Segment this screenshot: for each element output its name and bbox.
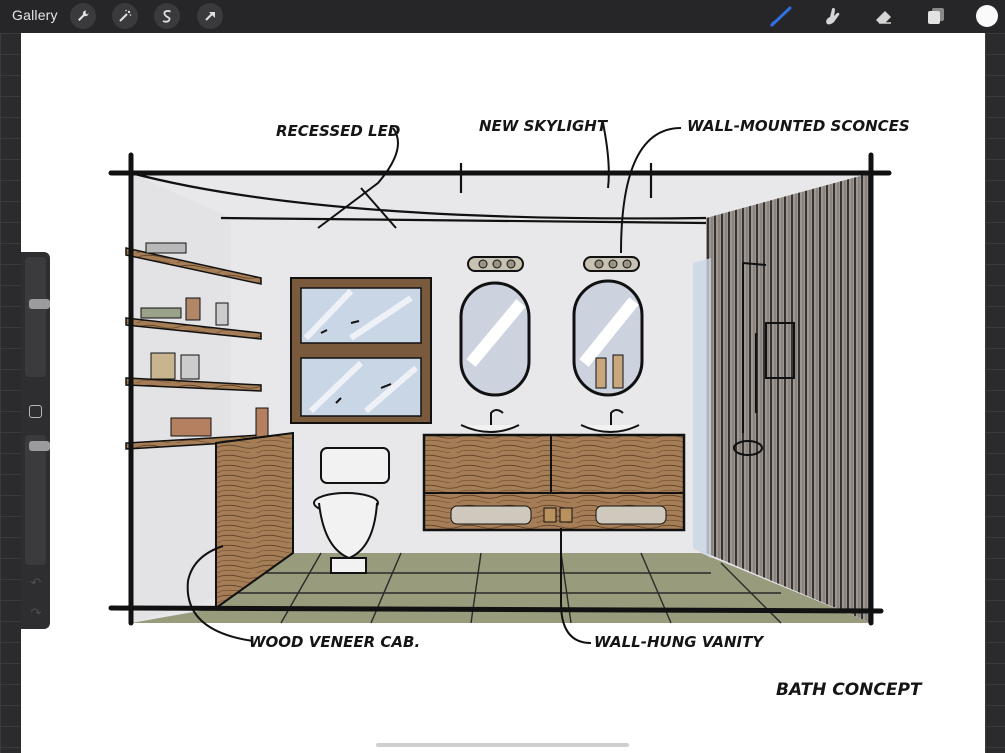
brush-sidebar: ↶ ↷ <box>21 252 50 629</box>
sketch-drawing: RECESSED LED NEW SKYLIGHT WALL-MOUNTED S… <box>108 117 923 700</box>
shower-tile-wall <box>706 173 871 623</box>
undo-icon[interactable]: ↶ <box>27 576 45 592</box>
label-wall-mounted-sconces: WALL-MOUNTED SCONCES <box>687 117 910 135</box>
shower-glass <box>693 258 711 558</box>
label-recessed-led: RECESSED LED <box>276 122 400 140</box>
opacity-thumb[interactable] <box>29 441 50 451</box>
color-picker-button[interactable] <box>976 5 998 27</box>
selection-icon[interactable] <box>154 3 180 29</box>
gallery-button[interactable]: Gallery <box>12 7 58 23</box>
wrench-icon[interactable] <box>70 3 96 29</box>
eraser-icon[interactable] <box>871 4 897 28</box>
canvas-background-right <box>985 33 1005 753</box>
redo-icon[interactable]: ↷ <box>27 606 45 622</box>
modify-button[interactable] <box>29 405 42 418</box>
sketch-title: BATH CONCEPT <box>776 680 923 700</box>
label-wood-veneer-cab: WOOD VENEER CAB. <box>249 633 420 651</box>
brush-size-thumb[interactable] <box>29 299 50 309</box>
top-toolbar: Gallery <box>0 0 1005 33</box>
label-new-skylight: NEW SKYLIGHT <box>479 117 609 135</box>
magic-wand-icon[interactable] <box>112 3 138 29</box>
layers-icon[interactable] <box>923 4 949 28</box>
home-indicator <box>376 743 629 747</box>
transform-arrow-icon[interactable] <box>197 3 223 29</box>
label-wall-hung-vanity: WALL-HUNG VANITY <box>594 633 765 651</box>
window <box>290 277 432 424</box>
canvas-background-left <box>0 33 21 753</box>
brush-size-slider[interactable] <box>25 257 50 377</box>
brush-icon[interactable] <box>768 4 794 28</box>
opacity-slider[interactable] <box>25 435 50 565</box>
drawing-canvas[interactable]: RECESSED LED NEW SKYLIGHT WALL-MOUNTED S… <box>21 33 985 753</box>
smudge-icon[interactable] <box>820 4 846 28</box>
